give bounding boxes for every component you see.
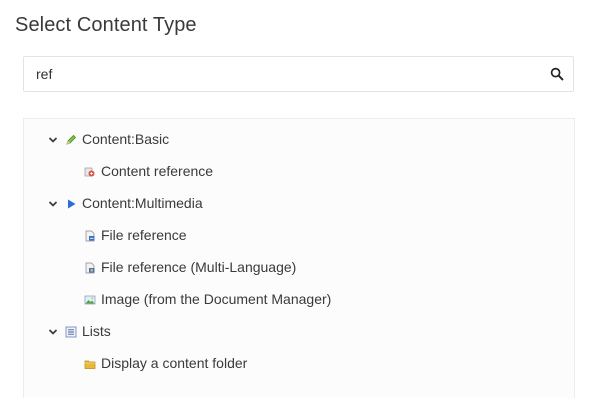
chevron-down-icon[interactable]: [47, 325, 59, 337]
tree-group-lists[interactable]: Lists: [47, 319, 111, 343]
tree-item-image[interactable]: Image (from the Document Manager): [84, 287, 331, 311]
tree-item-label: File reference: [101, 227, 187, 243]
search-icon[interactable]: [550, 67, 564, 81]
pencil-icon: [65, 133, 77, 145]
tree-group-content-basic[interactable]: Content:Basic: [47, 127, 169, 151]
folder-icon: [84, 357, 96, 369]
content-reference-icon: [84, 165, 96, 177]
tree-item-label: Display a content folder: [101, 355, 248, 371]
chevron-down-icon[interactable]: [47, 197, 59, 209]
dialog-title: Select Content Type: [15, 14, 197, 36]
play-icon: [65, 197, 77, 209]
file-reference-icon: [84, 229, 96, 242]
list-icon: [65, 325, 77, 338]
file-reference-multilanguage-icon: [84, 261, 96, 274]
tree-group-label: Lists: [82, 323, 111, 339]
content-type-tree: Content:Basic Content reference Content:…: [23, 118, 575, 398]
search-box: [23, 56, 574, 92]
search-input[interactable]: [24, 57, 534, 91]
tree-item-display-content-folder[interactable]: Display a content folder: [84, 351, 247, 375]
tree-group-content-multimedia[interactable]: Content:Multimedia: [47, 191, 203, 215]
tree-group-label: Content:Basic: [82, 131, 170, 147]
tree-item-label: Image (from the Document Manager): [101, 291, 332, 307]
tree-item-content-reference[interactable]: Content reference: [84, 159, 213, 183]
tree-group-label: Content:Multimedia: [82, 195, 203, 211]
tree-item-file-reference[interactable]: File reference: [84, 223, 187, 247]
chevron-down-icon[interactable]: [47, 133, 59, 145]
tree-item-file-reference-multi-language[interactable]: File reference (Multi-Language): [84, 255, 296, 279]
tree-item-label: Content reference: [101, 163, 214, 179]
tree-item-label: File reference (Multi-Language): [101, 259, 297, 275]
image-icon: [84, 293, 96, 305]
